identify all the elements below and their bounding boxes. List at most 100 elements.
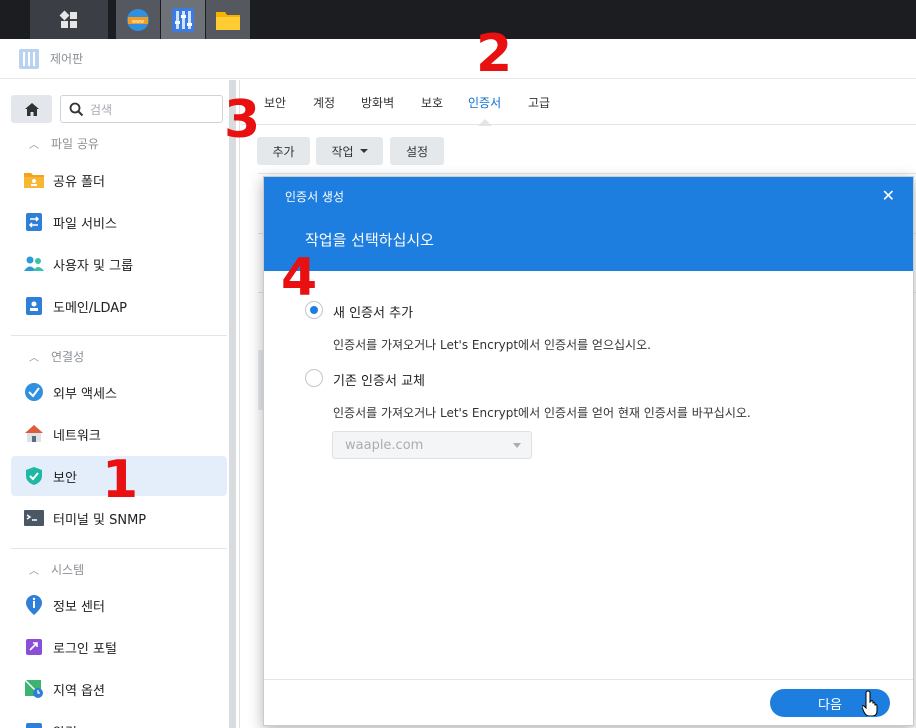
caret-down-icon bbox=[359, 149, 368, 153]
users-icon bbox=[23, 253, 45, 275]
web-station-app-button[interactable]: www bbox=[116, 0, 160, 39]
sidebar-item-network[interactable]: 네트워크 bbox=[11, 414, 227, 454]
sidebar-item-label: 지역 옵션 bbox=[53, 683, 105, 699]
sidebar-item-shared-folder[interactable]: 공유 폴더 bbox=[11, 160, 227, 200]
search-icon bbox=[69, 102, 84, 116]
chevron-up-icon: ︿ bbox=[29, 565, 39, 577]
terminal-icon bbox=[23, 507, 45, 529]
main-menu-button[interactable] bbox=[30, 0, 108, 39]
globe-icon: www bbox=[127, 8, 149, 31]
file-services-icon bbox=[23, 211, 45, 233]
sidebar-item-label: 도메인/LDAP bbox=[53, 300, 128, 316]
sidebar-item-label: 공유 폴더 bbox=[53, 174, 105, 190]
tab-firewall[interactable]: 방화벽 bbox=[361, 80, 394, 125]
sidebar-item-label: 정보 센터 bbox=[53, 599, 105, 615]
tab-label: 보호 bbox=[421, 96, 444, 110]
close-icon[interactable]: ✕ bbox=[882, 186, 895, 205]
sidebar: 검색 ︿ 파일 공유 공유 폴더 파일 서비스 사용자 및 그룹 도메인/LDA… bbox=[0, 80, 240, 728]
sidebar-item-domain-ldap[interactable]: 도메인/LDAP bbox=[11, 286, 227, 326]
create-certificate-dialog: 인증서 생성 ✕ 작업을 선택하십시오 새 인증서 추가 인증서를 가져오거나 … bbox=[263, 176, 914, 726]
sidebar-item-label: 사용자 및 그룹 bbox=[53, 258, 134, 274]
chevron-up-icon: ︿ bbox=[29, 352, 39, 364]
folder-icon bbox=[216, 11, 240, 30]
sidebar-item-regional-options[interactable]: 지역 옵션 bbox=[11, 669, 227, 709]
grid-icon bbox=[59, 10, 77, 28]
divider bbox=[11, 335, 227, 336]
network-icon bbox=[23, 423, 45, 445]
table-border bbox=[258, 173, 916, 174]
option-description: 인증서를 가져오거나 Let's Encrypt에서 인증서를 얻으십시오. bbox=[333, 338, 651, 352]
settings-button[interactable]: 설정 bbox=[390, 137, 444, 165]
add-button[interactable]: 추가 bbox=[257, 137, 310, 165]
domain-icon bbox=[23, 295, 45, 317]
option-label: 기존 인증서 교체 bbox=[333, 374, 425, 389]
sidebar-item-users[interactable]: 사용자 및 그룹 bbox=[11, 244, 227, 284]
sidebar-item-label: 네트워크 bbox=[53, 428, 101, 444]
section-label: 시스템 bbox=[51, 562, 85, 577]
home-button[interactable] bbox=[11, 95, 52, 123]
dialog-title: 인증서 생성 bbox=[285, 190, 345, 204]
external-access-icon bbox=[23, 381, 45, 403]
sidebar-item-label: 외부 액세스 bbox=[53, 386, 117, 402]
control-panel-icon bbox=[19, 48, 39, 69]
add-button-label: 추가 bbox=[272, 144, 295, 159]
search-input[interactable]: 검색 bbox=[60, 95, 223, 123]
login-portal-icon bbox=[23, 636, 45, 658]
section-file-sharing[interactable]: ︿ 파일 공유 bbox=[11, 131, 227, 155]
tab-label: 인증서 bbox=[468, 96, 502, 110]
hand-cursor-icon bbox=[862, 690, 878, 716]
svg-text:www: www bbox=[132, 19, 144, 25]
notification-icon bbox=[23, 720, 45, 728]
sidebar-item-login-portal[interactable]: 로그인 포털 bbox=[11, 627, 227, 667]
dialog-footer-divider bbox=[264, 679, 913, 680]
sidebar-item-label: 보안 bbox=[53, 470, 77, 486]
dialog-header: 인증서 생성 ✕ 작업을 선택하십시오 bbox=[264, 177, 913, 271]
control-panel-icon bbox=[172, 7, 194, 32]
dialog-subtitle: 작업을 선택하십시오 bbox=[305, 231, 434, 249]
sidebar-item-label: 터미널 및 SNMP bbox=[53, 512, 147, 528]
caret-down-icon bbox=[513, 443, 521, 448]
annotation-number: 2 bbox=[476, 24, 513, 84]
tab-protection[interactable]: 보호 bbox=[421, 80, 443, 125]
sidebar-item-notification[interactable]: 알림 bbox=[11, 711, 227, 728]
tab-certificate[interactable]: 인증서 bbox=[468, 80, 501, 125]
home-icon bbox=[24, 102, 39, 116]
next-button-label: 다음 bbox=[818, 697, 842, 713]
section-label: 연결성 bbox=[51, 349, 85, 364]
section-label: 파일 공유 bbox=[51, 136, 99, 151]
sidebar-scrollbar[interactable] bbox=[229, 80, 236, 728]
annotation-number: 3 bbox=[224, 90, 261, 150]
info-icon bbox=[23, 594, 45, 616]
tab-label: 계정 bbox=[313, 96, 336, 110]
folder-share-icon bbox=[23, 169, 45, 191]
sidebar-item-label: 알림 bbox=[53, 722, 77, 728]
tab-label: 방화벽 bbox=[361, 96, 395, 110]
tab-account[interactable]: 계정 bbox=[313, 80, 335, 125]
window-title: 제어판 bbox=[50, 52, 84, 66]
divider bbox=[11, 548, 227, 549]
section-system[interactable]: ︿ 시스템 bbox=[11, 557, 227, 581]
tab-label: 고급 bbox=[528, 96, 551, 110]
annotation-number: 1 bbox=[102, 450, 139, 510]
option-description: 인증서를 가져오거나 Let's Encrypt에서 인증서를 얻어 현재 인증… bbox=[333, 406, 751, 420]
select-value: waaple.com bbox=[345, 437, 424, 453]
settings-button-label: 설정 bbox=[405, 144, 429, 159]
sidebar-item-label: 로그인 포털 bbox=[53, 641, 117, 657]
control-panel-app-button[interactable] bbox=[161, 0, 205, 39]
section-connectivity[interactable]: ︿ 연결성 bbox=[11, 344, 227, 368]
annotation-number: 4 bbox=[281, 248, 318, 308]
chevron-up-icon: ︿ bbox=[29, 139, 39, 151]
tab-bar: 보안 계정 방화벽 보호 인증서 고급 bbox=[241, 80, 916, 125]
tab-security[interactable]: 보안 bbox=[264, 80, 286, 125]
file-station-app-button[interactable] bbox=[206, 0, 250, 39]
certificate-select[interactable]: waaple.com bbox=[332, 431, 532, 459]
action-dropdown-button[interactable]: 작업 bbox=[316, 137, 383, 165]
sidebar-item-file-services[interactable]: 파일 서비스 bbox=[11, 202, 227, 242]
regional-options-icon bbox=[23, 678, 45, 700]
sidebar-item-external-access[interactable]: 외부 액세스 bbox=[11, 372, 227, 412]
sidebar-item-label: 파일 서비스 bbox=[53, 216, 117, 232]
sidebar-item-info-center[interactable]: 정보 센터 bbox=[11, 585, 227, 625]
radio-replace-certificate[interactable] bbox=[305, 369, 323, 387]
option-label: 새 인증서 추가 bbox=[333, 306, 414, 321]
tab-advanced[interactable]: 고급 bbox=[528, 80, 550, 125]
